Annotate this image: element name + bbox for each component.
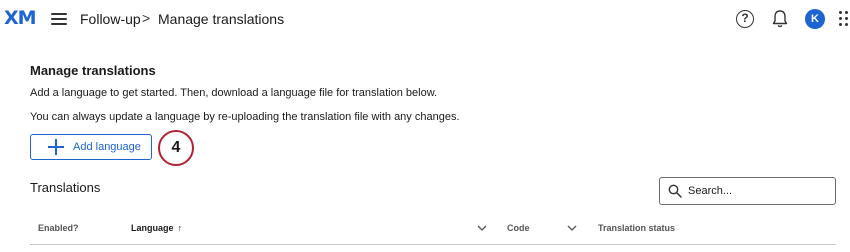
plus-icon bbox=[48, 139, 64, 155]
top-nav-bar: XM Follow-up > Manage translations ? K bbox=[0, 0, 850, 38]
apps-grid-icon[interactable] bbox=[839, 11, 849, 27]
xm-logo[interactable]: XM bbox=[4, 7, 37, 29]
column-header-enabled: Enabled? bbox=[38, 223, 79, 233]
column-header-language-label: Language bbox=[131, 223, 174, 233]
step-number-badge: 4 bbox=[158, 130, 194, 166]
column-header-translation-status: Translation status bbox=[598, 223, 676, 233]
breadcrumb-follow-up[interactable]: Follow-up bbox=[80, 11, 141, 27]
description-text-update: You can always update a language by re-u… bbox=[30, 111, 460, 123]
search-icon bbox=[668, 184, 682, 198]
breadcrumb-current-page: Manage translations bbox=[158, 11, 285, 27]
page-title: Manage translations bbox=[30, 63, 156, 78]
description-text: Add a language to get started. Then, dow… bbox=[30, 87, 438, 99]
search-input[interactable] bbox=[688, 183, 828, 199]
chevron-down-icon[interactable] bbox=[477, 224, 487, 232]
translations-heading: Translations bbox=[30, 180, 101, 195]
table-header-divider bbox=[30, 244, 836, 245]
bell-icon[interactable] bbox=[771, 9, 789, 29]
search-field[interactable] bbox=[659, 177, 836, 205]
help-icon[interactable]: ? bbox=[736, 10, 754, 28]
add-language-label: Add language bbox=[73, 141, 141, 153]
breadcrumb-separator: > bbox=[142, 10, 151, 26]
sort-ascending-icon: ↑ bbox=[177, 223, 183, 233]
chevron-down-icon[interactable] bbox=[567, 224, 577, 232]
add-language-button[interactable]: Add language bbox=[30, 134, 152, 160]
column-header-code[interactable]: Code bbox=[507, 223, 530, 233]
hamburger-menu-icon[interactable] bbox=[51, 12, 67, 26]
column-header-language[interactable]: Language ↑ bbox=[131, 223, 182, 233]
user-avatar[interactable]: K bbox=[805, 9, 825, 29]
